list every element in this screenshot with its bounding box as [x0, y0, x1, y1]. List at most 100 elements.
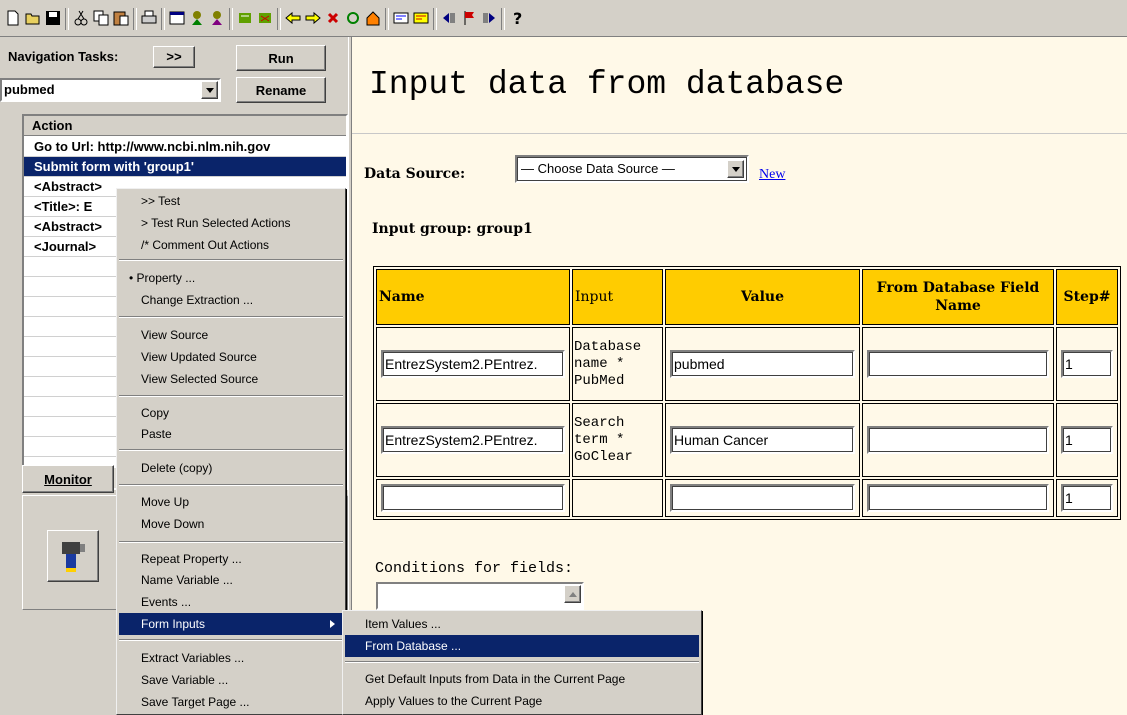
- step-agent-icon[interactable]: [208, 9, 226, 27]
- menu-item-move-up[interactable]: Move Up: [119, 491, 343, 513]
- conditions-label: Conditions for fields:: [375, 560, 574, 577]
- copy-icon[interactable]: [92, 9, 110, 27]
- step-field[interactable]: 1: [1061, 426, 1113, 454]
- menu-item-apply-values[interactable]: Apply Values to the Current Page: [345, 690, 699, 712]
- menu-item-property[interactable]: • Property ...: [119, 267, 343, 289]
- column-header-step: Step#: [1056, 269, 1118, 325]
- column-header-db-field: From Database Field Name: [862, 269, 1054, 325]
- save-icon[interactable]: [44, 9, 62, 27]
- menu-separator: [119, 316, 343, 318]
- camera-icon: [62, 542, 85, 572]
- nav-right-icon[interactable]: [480, 9, 498, 27]
- input-description: Database name * PubMed: [572, 327, 663, 401]
- rename-button[interactable]: Rename: [236, 77, 326, 103]
- task-select[interactable]: pubmed: [0, 78, 221, 102]
- window-icon[interactable]: [168, 9, 186, 27]
- chevron-down-icon[interactable]: [201, 81, 218, 99]
- data-source-select[interactable]: — Choose Data Source —: [515, 155, 749, 183]
- open-icon[interactable]: [24, 9, 42, 27]
- new-icon[interactable]: [4, 9, 22, 27]
- table-row: 1: [376, 479, 1118, 517]
- monitor-tab[interactable]: Monitor: [22, 465, 114, 493]
- toolbar: ?: [0, 0, 1127, 37]
- menu-item-item-values[interactable]: Item Values ...: [345, 613, 699, 635]
- extract-icon[interactable]: [392, 9, 410, 27]
- menu-item-extract-variables[interactable]: Extract Variables ...: [119, 647, 343, 669]
- back-icon[interactable]: [284, 9, 302, 27]
- camera-button[interactable]: [47, 530, 99, 582]
- scroll-up-icon[interactable]: [564, 585, 581, 603]
- chevron-down-icon[interactable]: [727, 160, 744, 178]
- record-icon[interactable]: [236, 9, 254, 27]
- menu-item-form-inputs[interactable]: Form Inputs: [119, 613, 343, 635]
- new-data-source-link[interactable]: New: [759, 167, 785, 183]
- action-column-header[interactable]: Action: [32, 118, 72, 133]
- menu-item-save-target-page[interactable]: Save Target Page ...: [119, 691, 343, 713]
- list-item-selected[interactable]: Submit form with 'group1': [24, 157, 346, 177]
- menu-item-view-source[interactable]: View Source: [119, 324, 343, 346]
- menu-item-paste[interactable]: Paste: [119, 423, 343, 445]
- print-icon[interactable]: [140, 9, 158, 27]
- nav-left-icon[interactable]: [440, 9, 458, 27]
- list-item-label: <Title>: E: [34, 199, 93, 214]
- data-source-value: — Choose Data Source —: [521, 161, 675, 176]
- refresh-icon[interactable]: [344, 9, 362, 27]
- value-field[interactable]: Human Cancer: [670, 426, 855, 454]
- paste-icon[interactable]: [112, 9, 130, 27]
- list-item-label: <Abstract>: [34, 179, 102, 194]
- name-field[interactable]: EntrezSystem2.PEntrez.: [381, 350, 565, 378]
- input-description: Search term * GoClear: [572, 403, 663, 477]
- menu-item-view-updated-source[interactable]: View Updated Source: [119, 346, 343, 368]
- menu-separator: [119, 259, 343, 261]
- menu-separator: [119, 484, 343, 486]
- run-button[interactable]: Run: [236, 45, 326, 71]
- table-row: EntrezSystem2.PEntrez. Database name * P…: [376, 327, 1118, 401]
- name-field[interactable]: EntrezSystem2.PEntrez.: [381, 426, 565, 454]
- menu-item-test-run-selected[interactable]: > Test Run Selected Actions: [119, 212, 343, 234]
- menu-item-change-extraction[interactable]: Change Extraction ...: [119, 289, 343, 311]
- monitor-tab-label: Monitor: [44, 471, 92, 487]
- input-table: Name Input Value From Database Field Nam…: [373, 266, 1121, 520]
- table-row: EntrezSystem2.PEntrez. Search term * GoC…: [376, 403, 1118, 477]
- extract-all-icon[interactable]: [412, 9, 430, 27]
- menu-item-save-variable[interactable]: Save Variable ...: [119, 669, 343, 691]
- help-icon[interactable]: ?: [508, 9, 526, 27]
- flag-icon[interactable]: [460, 9, 478, 27]
- name-field[interactable]: [381, 484, 565, 512]
- stop-icon[interactable]: [324, 9, 342, 27]
- db-field-input[interactable]: [867, 350, 1049, 378]
- menu-item-repeat-property[interactable]: Repeat Property ...: [119, 548, 343, 570]
- menu-item-name-variable[interactable]: Name Variable ...: [119, 569, 343, 591]
- list-item-label: Go to Url: http://www.ncbi.nlm.nih.gov: [34, 139, 271, 154]
- menu-item-comment-out[interactable]: /* Comment Out Actions: [119, 234, 343, 256]
- svg-text:?: ?: [513, 9, 522, 27]
- step-field[interactable]: 1: [1061, 350, 1113, 378]
- home-icon[interactable]: [364, 9, 382, 27]
- menu-item-from-database[interactable]: From Database ...: [345, 635, 699, 657]
- menu-item-test[interactable]: >> Test: [119, 190, 343, 212]
- menu-item-delete[interactable]: Delete (copy): [119, 457, 343, 479]
- record-stop-icon[interactable]: [256, 9, 274, 27]
- expand-button[interactable]: >>: [153, 46, 195, 68]
- column-header-value: Value: [665, 269, 860, 325]
- menu-item-get-default-inputs[interactable]: Get Default Inputs from Data in the Curr…: [345, 668, 699, 690]
- context-menu: >> Test > Test Run Selected Actions /* C…: [116, 188, 346, 715]
- value-field[interactable]: [670, 484, 855, 512]
- menu-separator: [119, 639, 343, 641]
- page-title: Input data from database: [369, 66, 845, 103]
- cut-icon[interactable]: [72, 9, 90, 27]
- conditions-textarea[interactable]: [376, 582, 584, 610]
- value-field[interactable]: pubmed: [670, 350, 855, 378]
- menu-item-move-down[interactable]: Move Down: [119, 513, 343, 535]
- run-agent-icon[interactable]: [188, 9, 206, 27]
- forward-icon[interactable]: [304, 9, 322, 27]
- list-item-label: <Abstract>: [34, 219, 102, 234]
- divider: [352, 133, 1127, 134]
- step-field[interactable]: 1: [1061, 484, 1113, 512]
- menu-item-events[interactable]: Events ...: [119, 591, 343, 613]
- menu-item-view-selected-source[interactable]: View Selected Source: [119, 368, 343, 390]
- list-item[interactable]: Go to Url: http://www.ncbi.nlm.nih.gov: [24, 137, 346, 157]
- db-field-input[interactable]: [867, 484, 1049, 512]
- db-field-input[interactable]: [867, 426, 1049, 454]
- menu-item-copy[interactable]: Copy: [119, 402, 343, 424]
